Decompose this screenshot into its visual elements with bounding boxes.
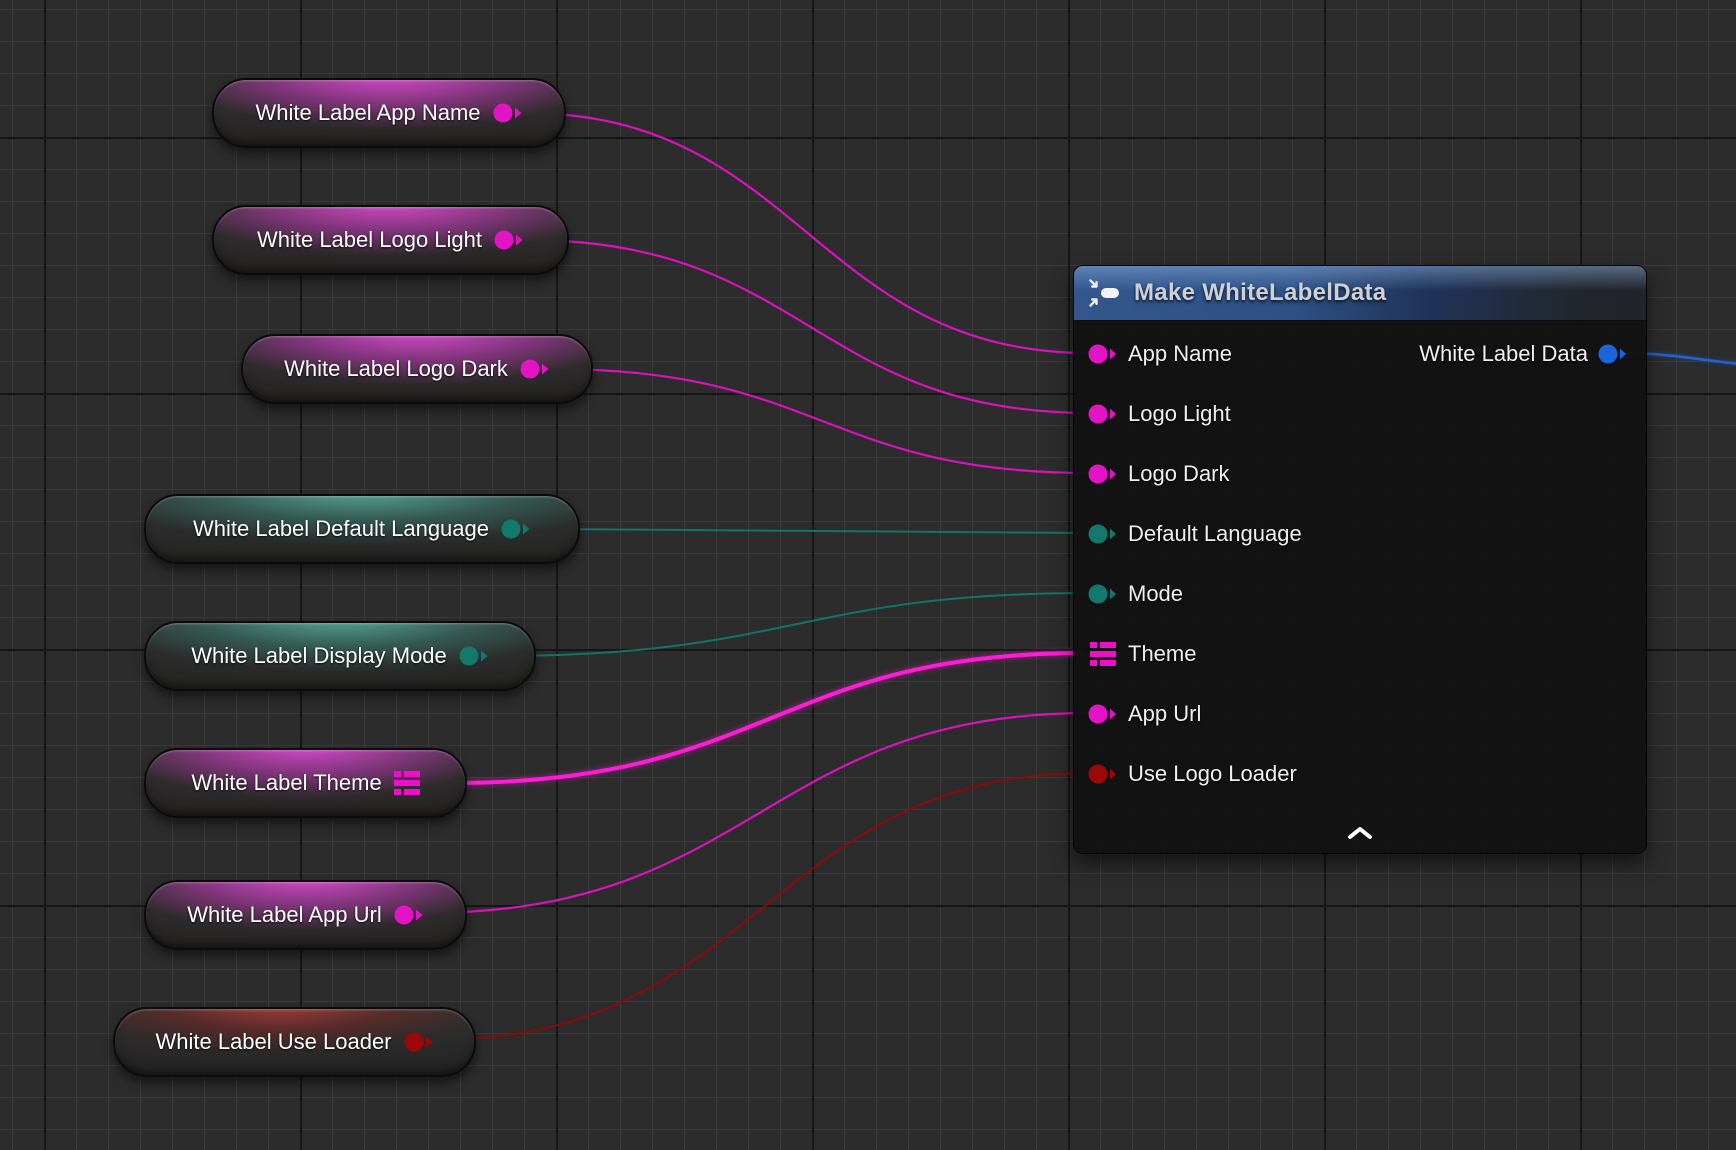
bool-pin-icon[interactable] <box>404 1031 434 1053</box>
variable-node-label: White Label Default Language <box>193 516 489 542</box>
pin-row-white-label-data-output[interactable]: White Label Data <box>1419 324 1628 384</box>
pin-row-use-logo-loader[interactable]: Use Logo Loader <box>1074 744 1646 804</box>
chevron-up-icon <box>1346 826 1374 840</box>
pin-label: Theme <box>1128 641 1196 667</box>
pin-label: App Name <box>1128 341 1232 367</box>
string-pin-icon[interactable] <box>1088 463 1118 485</box>
variable-node-label: White Label Display Mode <box>191 643 447 669</box>
wire-theme[interactable] <box>452 653 1085 783</box>
pin-row-logo-dark[interactable]: Logo Dark <box>1074 444 1646 504</box>
wire-app-name[interactable] <box>525 113 1090 353</box>
variable-node-white-label-app-url[interactable]: White Label App Url <box>144 880 467 950</box>
struct-output-pin-icon[interactable] <box>1598 343 1628 365</box>
wire-logo-dark[interactable] <box>553 369 1090 473</box>
pin-label: Default Language <box>1128 521 1302 547</box>
string-pin-icon[interactable] <box>520 358 550 380</box>
variable-node-white-label-logo-light[interactable]: White Label Logo Light <box>212 205 569 275</box>
variable-node-white-label-use-loader[interactable]: White Label Use Loader <box>113 1007 476 1077</box>
byte-pin-icon[interactable] <box>501 518 531 540</box>
variable-node-label: White Label App Name <box>255 100 480 126</box>
collapse-chevron-button[interactable] <box>1342 823 1378 843</box>
wire-mode[interactable] <box>497 593 1090 656</box>
struct-pin-icon[interactable] <box>394 770 420 796</box>
variable-node-label: White Label Use Loader <box>155 1029 391 1055</box>
variable-node-white-label-default-language[interactable]: White Label Default Language <box>144 494 580 564</box>
make-whitelabeldata-node[interactable]: Make WhiteLabelData App Name Logo Light … <box>1073 265 1647 854</box>
blueprint-graph-canvas[interactable]: White Label App Name White Label Logo Li… <box>0 0 1736 1150</box>
wire-default-language[interactable] <box>542 529 1090 533</box>
node-title: Make WhiteLabelData <box>1134 279 1386 307</box>
string-pin-icon[interactable] <box>1088 703 1118 725</box>
variable-node-white-label-logo-dark[interactable]: White Label Logo Dark <box>241 334 593 404</box>
string-pin-icon[interactable] <box>394 904 424 926</box>
pin-row-mode[interactable]: Mode <box>1074 564 1646 624</box>
byte-pin-icon[interactable] <box>1088 523 1118 545</box>
variable-node-white-label-display-mode[interactable]: White Label Display Mode <box>144 621 536 691</box>
string-pin-icon[interactable] <box>493 102 523 124</box>
wire-logo-light[interactable] <box>528 240 1090 413</box>
bool-pin-icon[interactable] <box>1088 763 1118 785</box>
byte-pin-icon[interactable] <box>459 645 489 667</box>
pin-list: App Name Logo Light Logo Dark Default La… <box>1074 320 1646 804</box>
pin-row-app-url[interactable]: App Url <box>1074 684 1646 744</box>
string-pin-icon[interactable] <box>1088 343 1118 365</box>
pin-label: Logo Dark <box>1128 461 1230 487</box>
variable-node-label: White Label Theme <box>191 770 381 796</box>
wire-use-loader[interactable] <box>435 773 1090 1040</box>
pin-label: Logo Light <box>1128 401 1231 427</box>
variable-node-white-label-app-name[interactable]: White Label App Name <box>212 78 566 148</box>
pin-label: Mode <box>1128 581 1183 607</box>
variable-node-white-label-theme[interactable]: White Label Theme <box>144 748 467 818</box>
pin-label: Use Logo Loader <box>1128 761 1297 787</box>
variable-node-label: White Label Logo Dark <box>284 356 508 382</box>
variable-node-label: White Label Logo Light <box>257 227 482 253</box>
make-struct-icon <box>1088 278 1122 308</box>
pin-label: White Label Data <box>1419 341 1588 367</box>
struct-pin-icon[interactable] <box>1088 641 1118 667</box>
node-header[interactable]: Make WhiteLabelData <box>1074 266 1646 321</box>
pin-row-theme[interactable]: Theme <box>1074 624 1646 684</box>
pin-label: App Url <box>1128 701 1201 727</box>
string-pin-icon[interactable] <box>1088 403 1118 425</box>
pin-row-logo-light[interactable]: Logo Light <box>1074 384 1646 444</box>
wire-app-url[interactable] <box>425 713 1090 913</box>
string-pin-icon[interactable] <box>494 229 524 251</box>
variable-node-label: White Label App Url <box>187 902 381 928</box>
byte-pin-icon[interactable] <box>1088 583 1118 605</box>
pin-row-default-language[interactable]: Default Language <box>1074 504 1646 564</box>
